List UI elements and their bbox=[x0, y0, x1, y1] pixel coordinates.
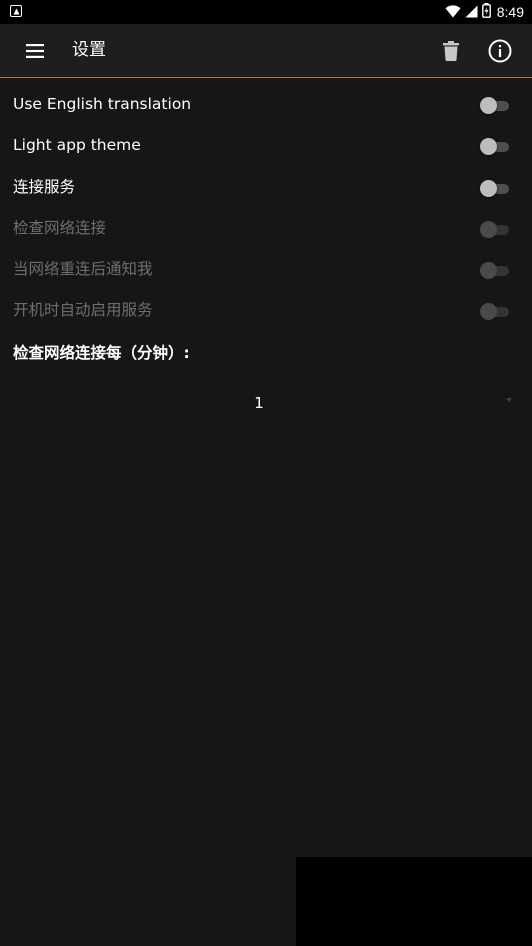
setting-english-translation[interactable]: Use English translation bbox=[0, 84, 532, 125]
menu-icon bbox=[26, 44, 44, 58]
light-theme-switch[interactable] bbox=[480, 137, 510, 156]
notification-icon bbox=[10, 5, 22, 17]
setting-light-theme[interactable]: Light app theme bbox=[0, 125, 532, 166]
setting-notify-reconnect: 当网络重连后通知我 bbox=[0, 249, 532, 290]
setting-check-network: 检查网络连接 bbox=[0, 208, 532, 249]
connect-service-switch[interactable] bbox=[480, 179, 510, 197]
app-bar: 设置 bbox=[0, 24, 532, 78]
setting-label: Light app theme bbox=[13, 136, 141, 155]
setting-label: 当网络重连后通知我 bbox=[13, 260, 153, 279]
settings-screen: 8:49 设置 Use English translation Light ap… bbox=[0, 0, 532, 946]
switch-thumb bbox=[480, 303, 497, 321]
status-icons: 8:49 bbox=[445, 0, 524, 24]
wifi-icon bbox=[445, 3, 461, 22]
check-network-switch bbox=[480, 220, 510, 238]
interval-label: 检查网络连接每（分钟）: bbox=[13, 344, 190, 362]
delete-button[interactable] bbox=[436, 36, 466, 66]
cell-signal-icon bbox=[465, 3, 478, 22]
start-on-boot-switch bbox=[480, 302, 510, 321]
setting-label: 检查网络连接 bbox=[13, 218, 107, 237]
switch-thumb bbox=[480, 138, 497, 156]
battery-icon bbox=[481, 2, 491, 22]
setting-start-on-boot: 开机时自动启用服务 bbox=[0, 290, 532, 331]
interval-value: 1 bbox=[254, 394, 264, 412]
setting-label: 开机时自动启用服务 bbox=[13, 301, 153, 320]
status-time: 8:49 bbox=[496, 4, 524, 20]
switch-thumb bbox=[480, 97, 497, 114]
info-button[interactable] bbox=[484, 35, 516, 67]
page-title: 设置 bbox=[72, 40, 106, 60]
switch-thumb bbox=[480, 179, 497, 197]
switch-thumb bbox=[480, 220, 497, 238]
notify-reconnect-switch bbox=[480, 261, 510, 280]
status-bar: 8:49 bbox=[0, 0, 532, 24]
delete-icon bbox=[443, 41, 459, 61]
interval-spinner[interactable]: 1 bbox=[0, 388, 532, 418]
dropdown-arrow-icon bbox=[506, 398, 512, 402]
info-icon bbox=[488, 39, 512, 63]
english-translation-switch[interactable] bbox=[480, 96, 510, 114]
setting-label: 连接服务 bbox=[13, 177, 76, 196]
settings-list: Use English translation Light app theme … bbox=[0, 84, 532, 332]
switch-thumb bbox=[480, 262, 497, 280]
menu-button[interactable] bbox=[20, 36, 50, 66]
setting-label: Use English translation bbox=[13, 95, 192, 113]
black-overlay bbox=[296, 857, 532, 946]
setting-connect-service[interactable]: 连接服务 bbox=[0, 167, 532, 208]
